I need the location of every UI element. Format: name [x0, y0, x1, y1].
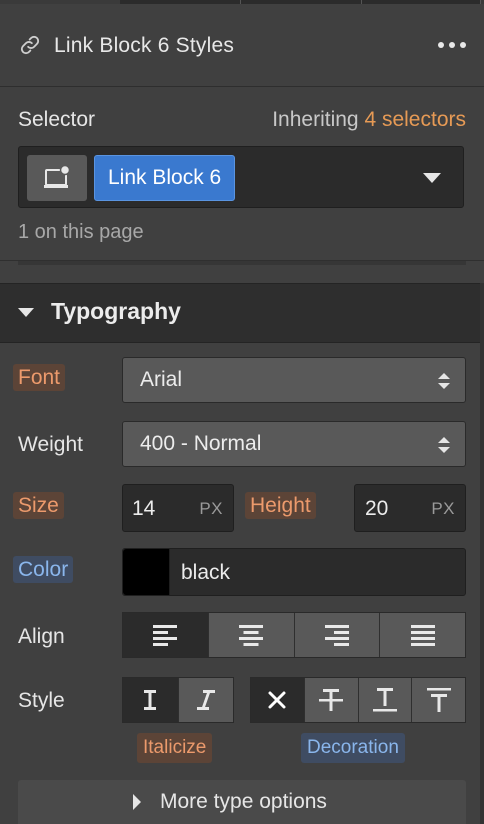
typography-title: Typography [51, 298, 181, 324]
typography-section-header[interactable]: Typography [0, 283, 480, 343]
font-value: Arial [140, 368, 183, 391]
selector-field[interactable]: Link Block 6 [18, 146, 464, 208]
italicize-tag: Italicize [137, 733, 213, 763]
decoration-button-group [250, 677, 466, 723]
style-label: Style [18, 689, 65, 712]
height-value: 20 [365, 497, 389, 520]
more-type-options-label: More type options [160, 790, 327, 813]
select-arrows-icon [438, 437, 450, 453]
italic-style-button[interactable] [177, 678, 233, 722]
more-options-icon[interactable] [438, 35, 466, 55]
link-icon [20, 35, 40, 55]
align-justify-button[interactable] [379, 613, 465, 657]
align-label: Align [18, 625, 65, 648]
scrollbar[interactable] [480, 283, 484, 824]
height-input[interactable]: 20 PX [354, 484, 466, 532]
element-state-icon [44, 164, 71, 188]
align-right-button[interactable] [293, 613, 380, 657]
color-swatch[interactable] [123, 549, 170, 595]
selector-label: Selector [18, 108, 96, 131]
underline-button[interactable] [357, 678, 412, 722]
overline-button[interactable] [411, 678, 465, 722]
height-label: Height [245, 492, 316, 519]
strikethrough-button[interactable] [303, 678, 358, 722]
panel-header: Link Block 6 Styles [0, 4, 484, 87]
panel-title: Link Block 6 Styles [54, 34, 235, 57]
on-page-count: 1 on this page [18, 221, 144, 243]
inheriting-prefix: Inheriting [272, 108, 359, 131]
italic-button-group [122, 677, 234, 723]
weight-select[interactable]: 400 - Normal [122, 421, 466, 467]
size-label: Size [13, 492, 64, 519]
selector-chip[interactable]: Link Block 6 [94, 155, 236, 201]
align-left-button[interactable] [123, 613, 208, 657]
overline-icon [426, 688, 451, 712]
font-select[interactable]: Arial [122, 357, 466, 403]
decoration-tag: Decoration [301, 733, 405, 763]
underline-icon [372, 688, 397, 712]
align-center-button[interactable] [207, 613, 294, 657]
select-arrows-icon [438, 373, 450, 389]
height-unit[interactable]: PX [431, 499, 455, 519]
inheriting-info[interactable]: Inheriting 4 selectors [272, 108, 466, 132]
regular-style-button[interactable] [123, 678, 178, 722]
close-icon [268, 691, 286, 709]
color-field[interactable]: black [122, 548, 466, 596]
color-label: Color [13, 556, 74, 583]
regular-i-icon [144, 690, 157, 710]
align-right-icon [324, 625, 349, 646]
italic-icon [196, 690, 215, 710]
size-input[interactable]: 14 PX [122, 484, 234, 532]
decoration-none-button[interactable] [251, 678, 304, 722]
font-label: Font [13, 364, 66, 391]
inheriting-count-link[interactable]: 4 selectors [364, 108, 466, 131]
align-left-icon [153, 625, 178, 646]
section-divider [0, 260, 484, 283]
color-value: black [181, 561, 231, 584]
align-center-icon [239, 625, 264, 646]
collapse-triangle-icon [18, 308, 34, 317]
weight-label: Weight [18, 433, 83, 456]
chevron-down-icon[interactable] [423, 173, 441, 183]
strikethrough-icon [319, 689, 344, 711]
size-value: 14 [132, 497, 156, 520]
align-justify-icon [410, 625, 435, 646]
chevron-right-icon [133, 794, 141, 810]
align-button-group [122, 612, 466, 658]
weight-value: 400 - Normal [140, 432, 262, 455]
size-unit[interactable]: PX [199, 499, 223, 519]
element-state-button[interactable] [27, 155, 87, 201]
more-type-options-button[interactable]: More type options [18, 780, 466, 824]
